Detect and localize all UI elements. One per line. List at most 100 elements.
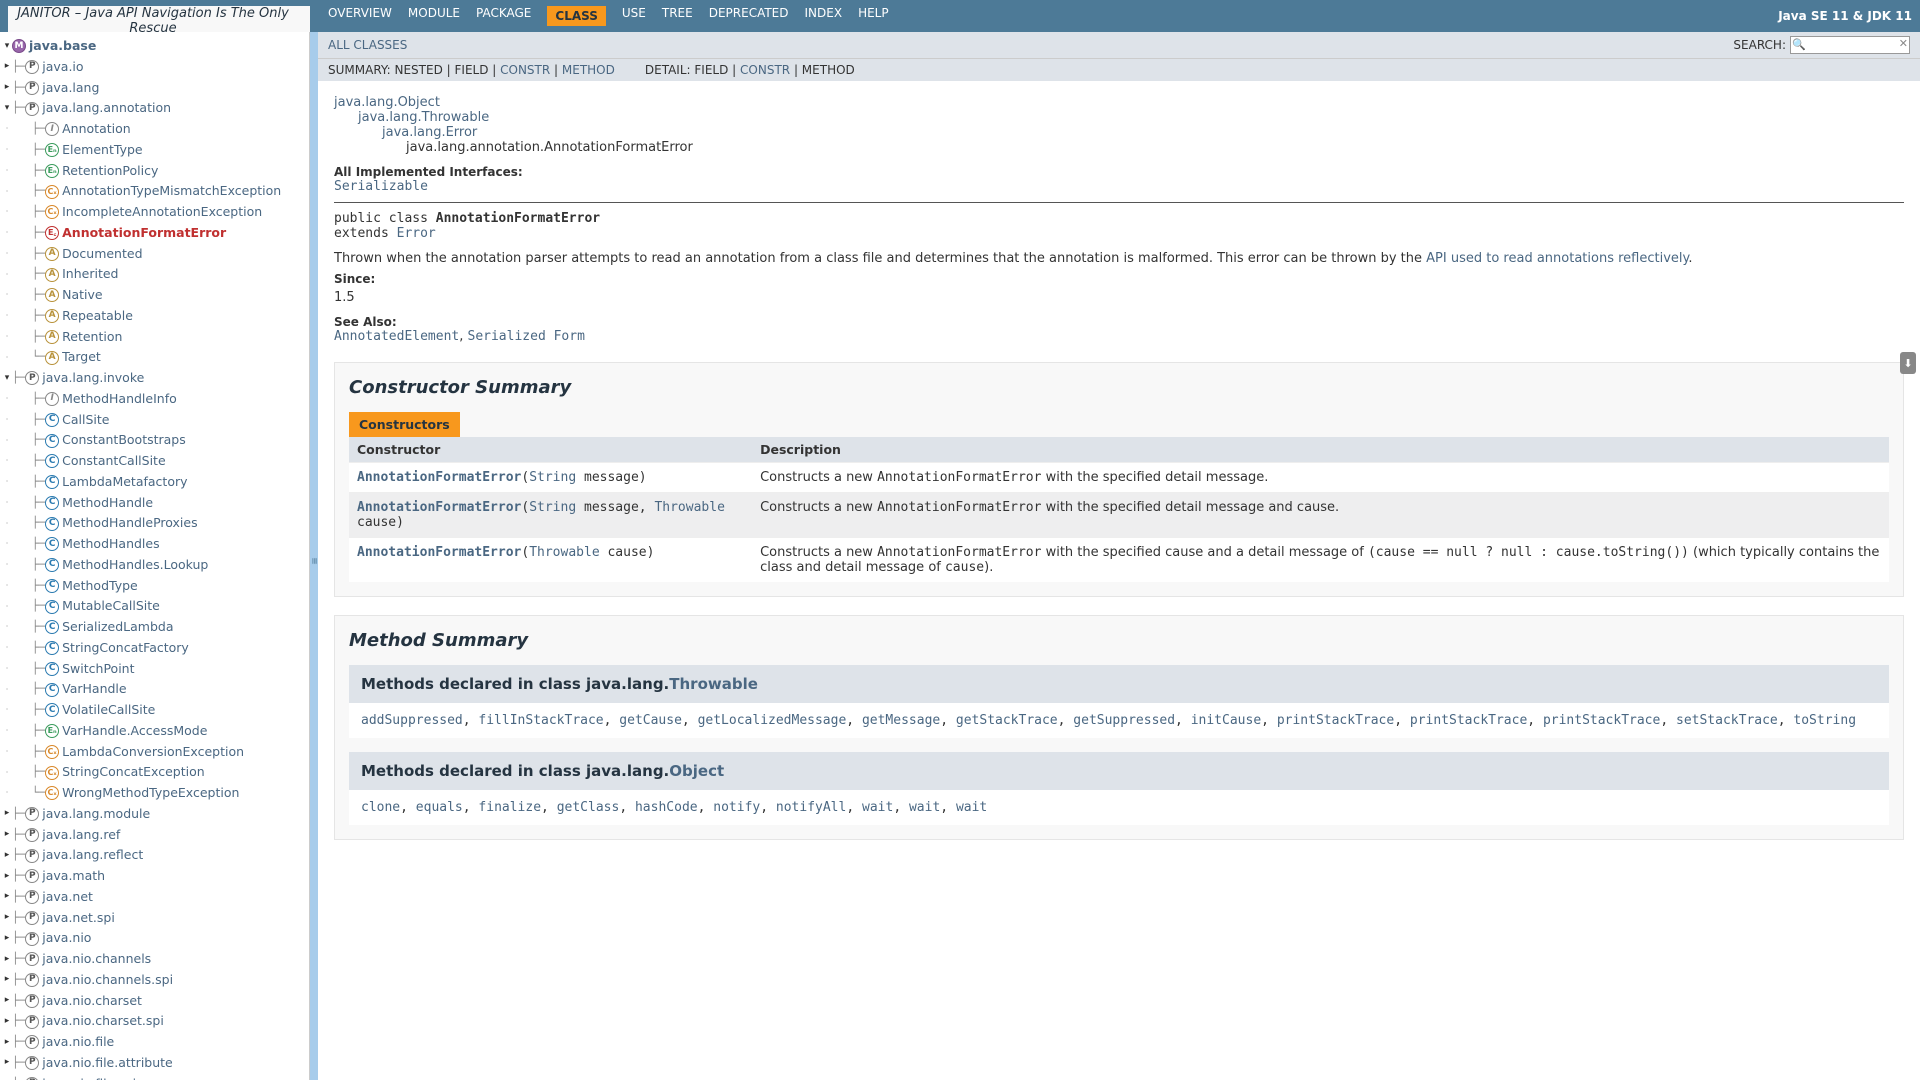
nav-overview[interactable]: OVERVIEW — [328, 6, 392, 26]
tree-toggle[interactable]: ▾ — [2, 40, 12, 54]
module-link[interactable]: java.base — [29, 37, 96, 56]
tree-toggle[interactable]: ▸ — [2, 953, 12, 967]
tree-link[interactable]: java.lang — [42, 79, 99, 98]
tree-link[interactable]: java.nio.charset — [42, 992, 142, 1011]
tree-item[interactable]: · ├─CStringConcatFactory — [2, 638, 307, 659]
tree-link[interactable]: SerializedLambda — [62, 618, 173, 637]
method-link[interactable]: clone — [361, 800, 400, 815]
tree-item[interactable]: · ├─CConstantBootstraps — [2, 430, 307, 451]
tree-item[interactable]: ▸├─Pjava.lang.module — [2, 804, 307, 825]
nav-index[interactable]: INDEX — [805, 6, 843, 26]
seealso-link[interactable]: Serialized Form — [468, 329, 585, 344]
tree-link[interactable]: Native — [62, 286, 102, 305]
scroll-down-icon[interactable]: ⬇ — [1900, 352, 1916, 374]
tree-item[interactable]: ▸├─Pjava.nio.file — [2, 1032, 307, 1053]
tree-link[interactable]: java.math — [42, 867, 105, 886]
tree-link[interactable]: CallSite — [62, 411, 109, 430]
tree-link[interactable]: Annotation — [62, 120, 131, 139]
tree-item[interactable]: · ├─CMethodHandleProxies — [2, 513, 307, 534]
tree-link[interactable]: VolatileCallSite — [62, 701, 155, 720]
method-link[interactable]: notifyAll — [776, 800, 846, 815]
method-link[interactable]: hashCode — [635, 800, 698, 815]
tree-link[interactable]: ConstantBootstraps — [62, 431, 186, 450]
tree-item[interactable]: · └─CₓWrongMethodTypeException — [2, 783, 307, 804]
method-link[interactable]: printStackTrace — [1543, 713, 1660, 728]
tree-link[interactable]: MethodHandleProxies — [62, 514, 197, 533]
tree-item[interactable]: · ├─CConstantCallSite — [2, 451, 307, 472]
method-link[interactable]: getStackTrace — [956, 713, 1058, 728]
tree-item[interactable]: ▸├─Pjava.nio.file.attribute — [2, 1053, 307, 1074]
tree-link[interactable]: MethodType — [62, 577, 138, 596]
nav-use[interactable]: USE — [622, 6, 646, 26]
method-link[interactable]: getCause — [619, 713, 682, 728]
tree-link[interactable]: java.lang.invoke — [42, 369, 144, 388]
tree-link[interactable]: java.net.spi — [42, 909, 115, 928]
summary-constr[interactable]: CONSTR — [740, 63, 790, 77]
method-link[interactable]: finalize — [478, 800, 541, 815]
method-link[interactable]: printStackTrace — [1410, 713, 1527, 728]
tree-item[interactable]: · └─ATarget — [2, 347, 307, 368]
tree-link[interactable]: java.lang.ref — [42, 826, 120, 845]
method-link[interactable]: notify — [713, 800, 760, 815]
constructors-tab[interactable]: Constructors — [349, 412, 460, 437]
tree-link[interactable]: RetentionPolicy — [62, 162, 158, 181]
tree-link[interactable]: ElementType — [62, 141, 142, 160]
method-link[interactable]: initCause — [1191, 713, 1261, 728]
tree-link[interactable]: java.nio — [42, 929, 91, 948]
tree-link[interactable]: LambdaMetafactory — [62, 473, 187, 492]
ctor-link[interactable]: AnnotationFormatError — [357, 545, 521, 560]
type-link[interactable]: String — [529, 500, 576, 515]
method-link[interactable]: getSuppressed — [1073, 713, 1175, 728]
tree-link[interactable]: WrongMethodTypeException — [62, 784, 239, 803]
tree-item[interactable]: · ├─CMethodHandles.Lookup — [2, 555, 307, 576]
splitter[interactable] — [310, 32, 318, 1080]
tree-link[interactable]: Target — [62, 348, 101, 367]
tree-link[interactable]: java.net — [42, 888, 93, 907]
hierarchy-link[interactable]: java.lang.Object — [334, 95, 440, 110]
tree-link[interactable]: VarHandle — [62, 680, 126, 699]
tree-link[interactable]: java.nio.file — [42, 1033, 114, 1052]
tree-toggle[interactable]: ▸ — [2, 890, 12, 904]
tree-item[interactable]: · ├─ARepeatable — [2, 306, 307, 327]
tree-item[interactable]: ▸├─Pjava.nio.file.spi — [2, 1074, 307, 1080]
method-link[interactable]: setStackTrace — [1676, 713, 1778, 728]
type-link[interactable]: Throwable — [654, 500, 724, 515]
tree-link[interactable]: MethodHandle — [62, 494, 153, 513]
content[interactable]: ALL CLASSES SEARCH: 🔍 ✕ SUMMARY: NESTED … — [318, 32, 1920, 1080]
type-link[interactable]: Throwable — [529, 545, 599, 560]
tree-item[interactable]: ▸├─Pjava.io — [2, 57, 307, 78]
tree-link[interactable]: StringConcatException — [62, 763, 205, 782]
tree-item[interactable]: ▸├─Pjava.nio — [2, 928, 307, 949]
tree-link[interactable]: AnnotationFormatError — [62, 224, 226, 243]
tree-item[interactable]: ▸├─Pjava.lang.ref — [2, 825, 307, 846]
nav-tree[interactable]: TREE — [662, 6, 693, 26]
tree-link[interactable]: java.nio.file.spi — [42, 1075, 136, 1080]
tree-toggle[interactable]: ▸ — [2, 807, 12, 821]
tree-toggle[interactable]: ▸ — [2, 1056, 12, 1070]
tree-item[interactable]: ▾├─Pjava.lang.annotation — [2, 98, 307, 119]
tree-item[interactable]: · ├─CLambdaMetafactory — [2, 472, 307, 493]
object-link[interactable]: Object — [669, 762, 724, 780]
tree-link[interactable]: Inherited — [62, 265, 118, 284]
tree-link[interactable]: ConstantCallSite — [62, 452, 166, 471]
method-link[interactable]: addSuppressed — [361, 713, 463, 728]
serializable-link[interactable]: Serializable — [334, 179, 428, 194]
tree-item[interactable]: · ├─ANative — [2, 285, 307, 306]
tree-toggle[interactable]: ▸ — [2, 973, 12, 987]
nav-module[interactable]: MODULE — [408, 6, 460, 26]
tree-item[interactable]: ▸├─Pjava.nio.charset — [2, 991, 307, 1012]
nav-package[interactable]: PACKAGE — [476, 6, 531, 26]
tree-item[interactable]: · ├─CMutableCallSite — [2, 596, 307, 617]
tree-toggle[interactable]: ▸ — [2, 849, 12, 863]
clear-search-icon[interactable]: ✕ — [1899, 37, 1908, 50]
tree-item[interactable]: · ├─AInherited — [2, 264, 307, 285]
method-link[interactable]: toString — [1793, 713, 1856, 728]
tree-item[interactable]: ▸├─Pjava.math — [2, 866, 307, 887]
tree-link[interactable]: java.lang.module — [42, 805, 150, 824]
tree-item[interactable]: · ├─CSwitchPoint — [2, 659, 307, 680]
tree-toggle[interactable]: ▸ — [2, 1036, 12, 1050]
summary-constr[interactable]: CONSTR — [500, 63, 550, 77]
tree-toggle[interactable]: ▸ — [2, 828, 12, 842]
tree-link[interactable]: Repeatable — [62, 307, 133, 326]
tree-item[interactable]: ▸├─Pjava.lang — [2, 78, 307, 99]
